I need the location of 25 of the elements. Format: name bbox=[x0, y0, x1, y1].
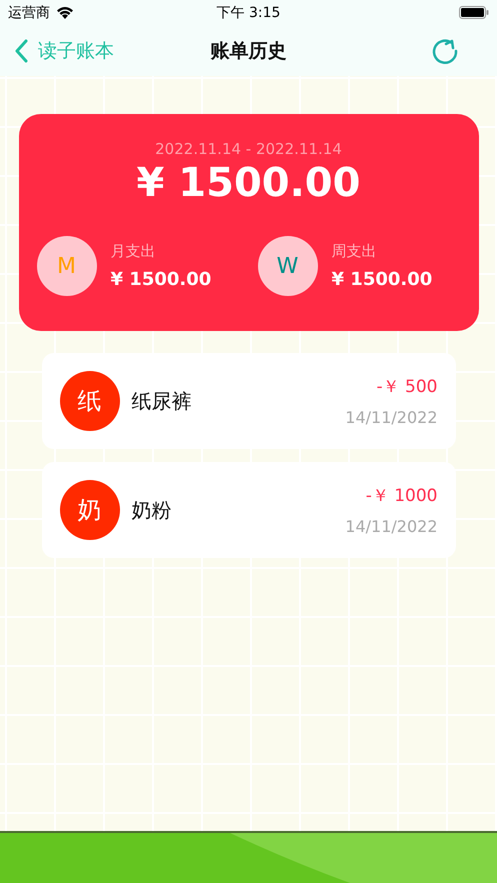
total-amount: ¥ 1500.00 bbox=[136, 160, 360, 206]
record-date: 14/11/2022 bbox=[345, 408, 438, 427]
record-amount: -￥ 500 bbox=[376, 376, 438, 398]
date-range: 2022.11.14 - 2022.11.14 bbox=[155, 140, 342, 158]
status-time: 下午 3:15 bbox=[216, 4, 280, 22]
refresh-icon[interactable] bbox=[431, 36, 459, 64]
stat-label: 月支出 bbox=[110, 242, 156, 261]
record-date: 14/11/2022 bbox=[345, 517, 438, 536]
stat-amount: ¥ 1500.00 bbox=[332, 269, 432, 290]
initial-avatar: 奶 bbox=[60, 480, 120, 540]
stat-amount: ¥ 1500.00 bbox=[110, 269, 212, 290]
stat-label: 周支出 bbox=[332, 242, 378, 261]
carrier-name: 运营商 bbox=[8, 4, 50, 22]
chevron-left-icon bbox=[14, 38, 28, 62]
record-card[interactable]: 纸 纸尿裤 -￥ 500 14/11/2022 bbox=[42, 353, 456, 449]
wifi-icon bbox=[56, 6, 74, 19]
battery-icon bbox=[459, 6, 489, 19]
record-name: 奶粉 bbox=[132, 496, 172, 524]
letter-avatar: W bbox=[258, 236, 318, 296]
record-card[interactable]: 奶 奶粉 -￥ 1000 14/11/2022 bbox=[42, 462, 456, 558]
record-amount: -￥ 1000 bbox=[366, 485, 438, 507]
record-name: 纸尿裤 bbox=[132, 388, 192, 414]
initial-avatar: 纸 bbox=[60, 371, 120, 431]
page-title: 账单历史 bbox=[210, 38, 286, 64]
letter-avatar: M bbox=[36, 236, 96, 296]
